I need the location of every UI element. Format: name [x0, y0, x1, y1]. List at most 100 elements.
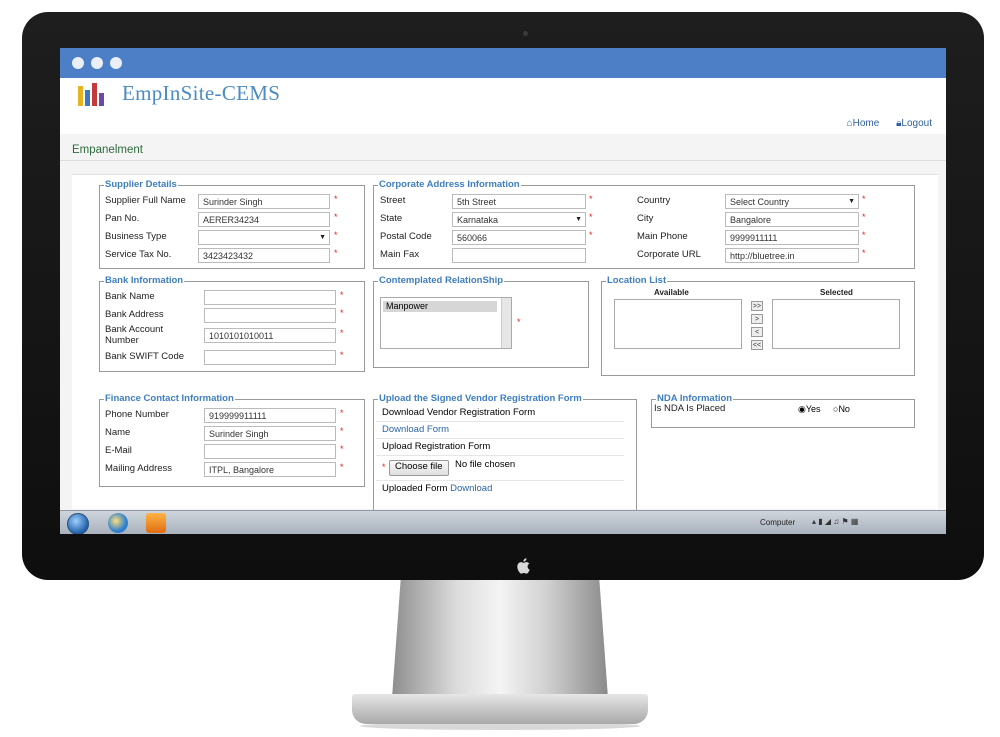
uploaded-form-row: Uploaded Form Download — [376, 481, 624, 497]
media-player-icon[interactable] — [146, 513, 166, 533]
move-left-button[interactable]: < — [751, 327, 763, 337]
bank-account-label-line2: Number — [105, 335, 139, 346]
nda-no-text: No — [838, 404, 850, 414]
main-phone-input[interactable]: 9999911111 — [725, 230, 859, 245]
uploaded-download-link[interactable]: Download — [450, 483, 492, 494]
logout-link[interactable]: 🔒︎Logout — [896, 118, 932, 129]
finance-email-input[interactable] — [204, 444, 336, 459]
page-title: Empanelment — [72, 144, 143, 156]
city-label: City — [637, 213, 654, 224]
required-marker: * — [334, 194, 338, 204]
download-form-link[interactable]: Download Form — [376, 424, 449, 435]
system-tray-icons: ▴ ▮ ◢ ♫ ⚑ ▦ — [812, 517, 859, 526]
bank-account-input[interactable]: 1010101010011 — [204, 328, 336, 343]
move-all-left-button[interactable]: << — [751, 340, 763, 350]
bank-name-label: Bank Name — [105, 291, 155, 302]
relationship-section: Contemplated RelationShip Manpower * — [373, 276, 589, 368]
required-marker: * — [517, 317, 521, 327]
nda-no-radio-label[interactable]: ○No — [833, 404, 850, 414]
bank-address-label: Bank Address — [105, 309, 164, 320]
required-marker: * — [334, 230, 338, 240]
bank-swift-input[interactable] — [204, 350, 336, 365]
pan-input[interactable]: AERER34234 — [198, 212, 330, 227]
nda-yes-text: Yes — [805, 404, 821, 414]
uploaded-form-label: Uploaded Form — [382, 483, 448, 494]
finance-contact-section: Finance Contact Information Phone Number… — [99, 393, 365, 487]
street-input[interactable]: 5th Street — [452, 194, 586, 209]
bank-account-label: Bank Account — [105, 324, 164, 335]
radio-checked-icon[interactable]: ◉ — [798, 404, 806, 414]
nda-information-section: NDA Information Is NDA Is Placed ◉Yes ○N… — [651, 393, 915, 428]
required-marker: * — [340, 308, 344, 318]
corporate-url-input[interactable]: http://bluetree.in — [725, 248, 859, 263]
form-content: Supplier Details Supplier Full Name Suri… — [72, 174, 938, 515]
required-marker: * — [589, 230, 593, 240]
download-form-title: Download Vendor Registration Form — [382, 407, 536, 418]
app-logo-text: EmpInSite-CEMS — [122, 81, 281, 105]
start-button-icon[interactable] — [67, 513, 89, 534]
listbox-scrollbar[interactable] — [501, 298, 511, 348]
required-marker: * — [340, 426, 344, 436]
supplier-name-input[interactable]: Surinder Singh — [198, 194, 330, 209]
computer-label: Computer — [760, 518, 796, 527]
corporate-address-legend: Corporate Address Information — [379, 179, 520, 190]
home-link[interactable]: ⌂Home — [847, 118, 880, 129]
move-all-right-button[interactable]: >> — [751, 301, 763, 311]
finance-name-input[interactable]: Surinder Singh — [204, 426, 336, 441]
finance-phone-input[interactable]: 919999911111 — [204, 408, 336, 423]
nda-yes-radio-label[interactable]: ◉Yes — [798, 404, 821, 415]
window-titlebar — [60, 48, 946, 78]
finance-name-label: Name — [105, 427, 131, 438]
postal-code-label: Postal Code — [380, 231, 432, 242]
business-type-select[interactable] — [198, 230, 330, 245]
required-marker: * — [589, 212, 593, 222]
city-input[interactable]: Bangalore — [725, 212, 859, 227]
selected-locations-listbox[interactable] — [772, 299, 900, 349]
window-dot-maximize[interactable] — [110, 57, 122, 69]
download-form-row: Download Form — [376, 422, 624, 439]
window-dot-minimize[interactable] — [91, 57, 103, 69]
logout-link-label: Logout — [901, 118, 932, 129]
upload-form-title: Upload Registration Form — [382, 441, 491, 452]
main-phone-label: Main Phone — [637, 231, 688, 242]
header-links: ⌂Home 🔒︎Logout — [833, 118, 932, 129]
state-label: State — [380, 213, 403, 224]
available-locations-listbox[interactable] — [614, 299, 742, 349]
title-divider — [60, 160, 946, 161]
required-marker: * — [340, 444, 344, 454]
no-file-chosen-text: No file chosen — [455, 459, 516, 470]
service-tax-label: Service Tax No. — [105, 249, 172, 260]
main-fax-input[interactable] — [452, 248, 586, 263]
nda-information-legend: NDA Information — [657, 393, 733, 404]
supplier-details-section: Supplier Details Supplier Full Name Suri… — [99, 180, 365, 269]
choose-file-button[interactable]: Choose file — [389, 460, 449, 476]
camera — [523, 31, 528, 36]
available-label: Available — [654, 288, 689, 297]
screen: EmpInSite-CEMS ⌂Home 🔒︎Logout Empanelmen… — [60, 48, 946, 534]
internet-explorer-icon[interactable] — [108, 513, 128, 533]
relationship-listbox[interactable]: Manpower — [380, 297, 512, 349]
file-chooser-row: * Choose file No file chosen — [376, 456, 624, 481]
mailing-address-input[interactable]: ITPL, Bangalore — [204, 462, 336, 477]
country-select[interactable]: Select Country — [725, 194, 859, 209]
mailing-address-label: Mailing Address — [105, 463, 173, 474]
location-list-section: Location List Available Selected >> > < … — [601, 275, 915, 376]
upload-form-legend: Upload the Signed Vendor Registration Fo… — [379, 393, 582, 404]
service-tax-input[interactable]: 3423423432 — [198, 248, 330, 263]
bank-name-input[interactable] — [204, 290, 336, 305]
location-list-legend: Location List — [607, 275, 667, 286]
upload-form-section: Upload the Signed Vendor Registration Fo… — [373, 393, 637, 515]
relationship-option[interactable]: Manpower — [383, 301, 497, 312]
home-link-label: Home — [852, 118, 880, 129]
required-marker: * — [862, 194, 866, 204]
apple-logo-icon — [517, 558, 530, 574]
state-select[interactable]: Karnataka — [452, 212, 586, 227]
finance-contact-legend: Finance Contact Information — [105, 393, 234, 404]
window-dot-close[interactable] — [72, 57, 84, 69]
required-marker: * — [862, 230, 866, 240]
move-right-button[interactable]: > — [751, 314, 763, 324]
required-marker: * — [589, 194, 593, 204]
required-marker: * — [340, 462, 344, 472]
bank-address-input[interactable] — [204, 308, 336, 323]
postal-code-input[interactable]: 560066 — [452, 230, 586, 245]
